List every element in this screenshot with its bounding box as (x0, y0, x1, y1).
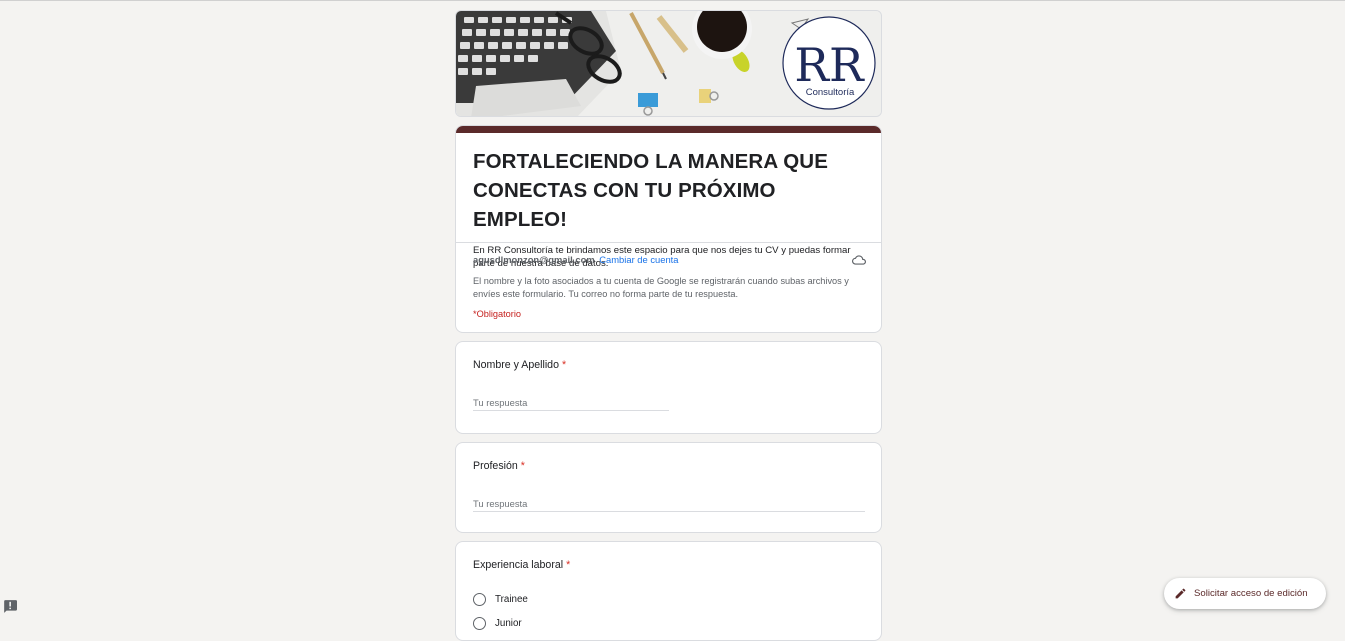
radio-circle-icon[interactable] (473, 592, 486, 606)
name-input[interactable]: Tu respuesta (473, 397, 669, 411)
radio-option-junior[interactable]: Junior (473, 615, 522, 631)
pencil-icon (1175, 588, 1186, 599)
header-banner-image: RR Consultoría (455, 10, 882, 117)
switch-account-link[interactable]: Cambiar de cuenta (599, 254, 678, 265)
header-divider (456, 242, 881, 243)
request-edit-access-label: Solicitar acceso de edición (1194, 588, 1308, 599)
radio-label: Trainee (495, 593, 528, 605)
question-experience-card: Experiencia laboral * Trainee Junior (455, 541, 882, 641)
radio-label: Junior (495, 617, 522, 629)
request-edit-access-button[interactable]: Solicitar acceso de edición (1164, 578, 1326, 609)
question-label-text: Experiencia laboral (473, 559, 564, 571)
question-label: Experiencia laboral * (473, 559, 570, 571)
account-email: agusdlmonzon@gmail.com (473, 254, 595, 265)
required-star: * (561, 359, 567, 371)
question-label-text: Nombre y Apellido (473, 359, 559, 371)
svg-text:Consultoría: Consultoría (806, 87, 855, 98)
header-accent-bar (456, 126, 881, 133)
cloud-icon (852, 255, 866, 265)
required-note: *Obligatorio (473, 309, 522, 319)
form-header-card: FORTALECIENDO LA MANERA QUE CONECTAS CON… (455, 125, 882, 333)
report-icon[interactable] (3, 600, 17, 613)
question-label: Nombre y Apellido * (473, 359, 566, 371)
required-star: * (566, 559, 571, 571)
svg-text:RR: RR (794, 38, 865, 92)
question-label: Profesión * (473, 460, 525, 472)
question-name-card: Nombre y Apellido * Tu respuesta (455, 341, 882, 434)
required-star: * (520, 460, 525, 472)
question-profession-card: Profesión * Tu respuesta (455, 442, 882, 533)
form-title: FORTALECIENDO LA MANERA QUE CONECTAS CON… (473, 150, 828, 231)
radio-option-trainee[interactable]: Trainee (473, 591, 528, 607)
radio-circle-icon[interactable] (473, 616, 486, 630)
profession-input[interactable]: Tu respuesta (473, 498, 865, 512)
account-notice: El nombre y la foto asociados a tu cuent… (473, 276, 849, 299)
rr-logo: RR Consultoría (782, 16, 876, 110)
account-row: agusdlmonzon@gmail.com Cambiar de cuenta (473, 252, 866, 268)
question-label-text: Profesión (473, 460, 518, 472)
top-border (0, 0, 1345, 1)
